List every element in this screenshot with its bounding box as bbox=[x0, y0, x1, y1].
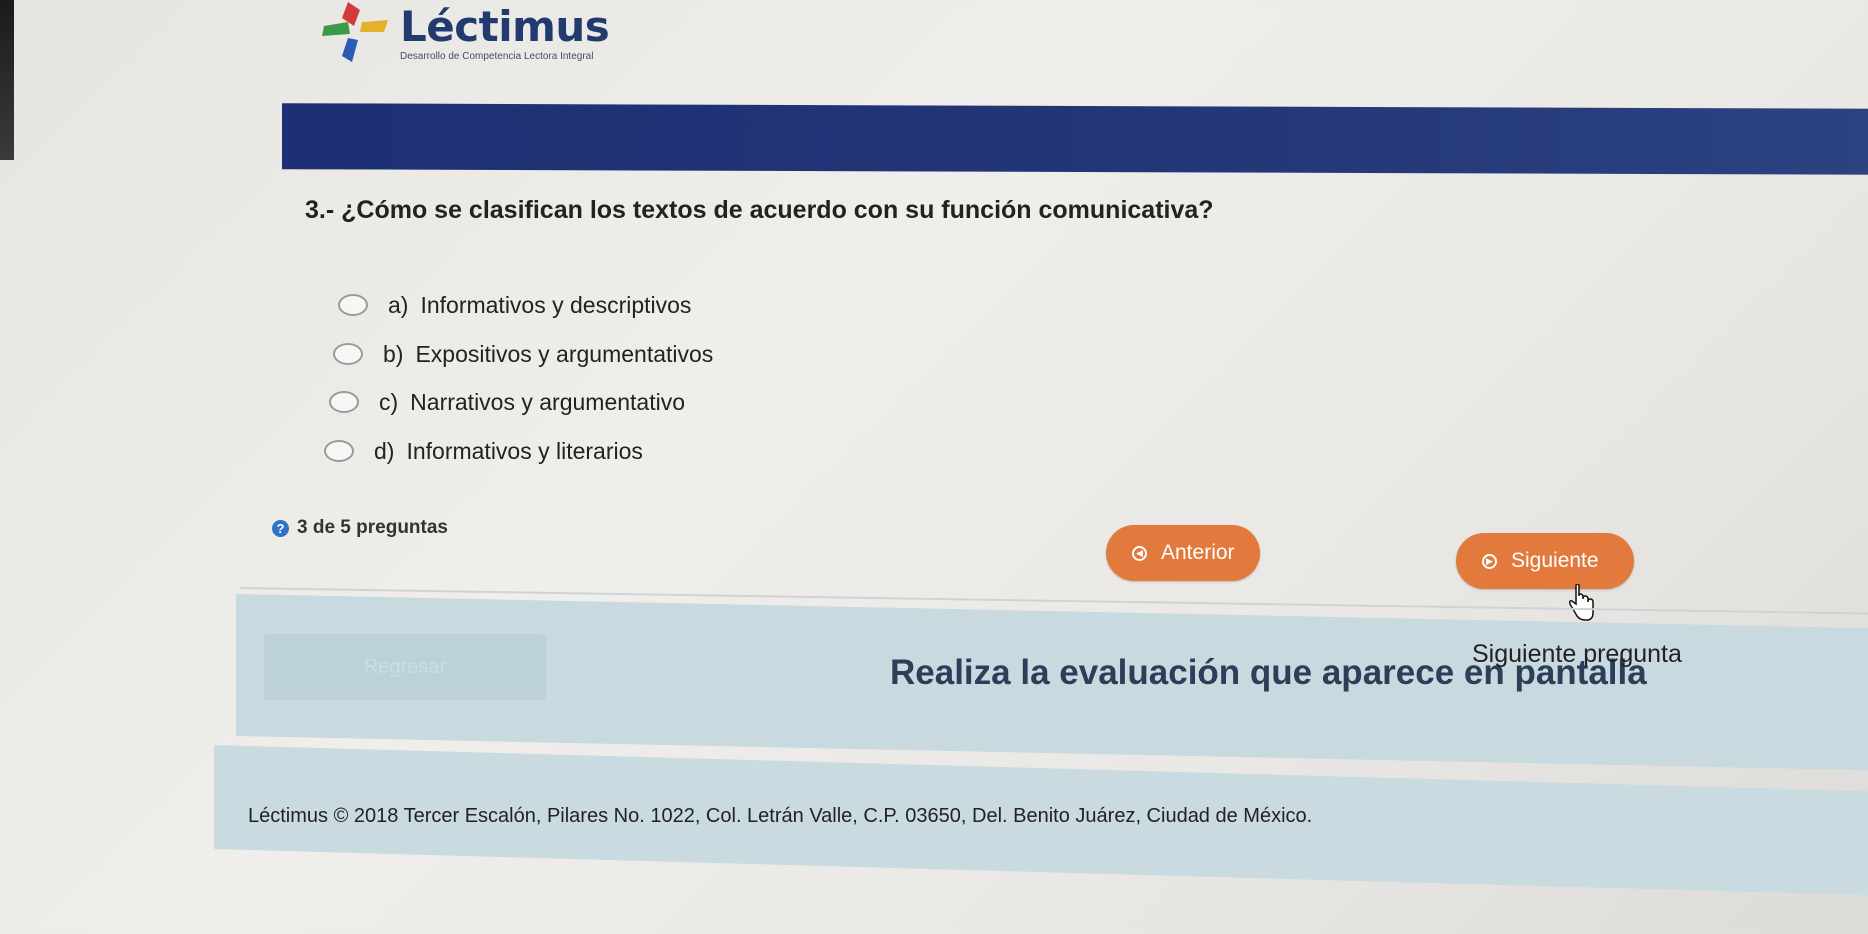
logo-subtitle: Desarrollo de Competencia Lectora Integr… bbox=[400, 51, 594, 62]
arrow-right-icon: ▶ bbox=[1482, 553, 1497, 569]
option-b[interactable]: b) Expositivos y argumentativos bbox=[333, 337, 713, 371]
option-label: Informativos y literarios bbox=[406, 437, 643, 464]
logo-title: Léctimus bbox=[400, 2, 610, 51]
option-a[interactable]: a) Informativos y descriptivos bbox=[338, 288, 691, 322]
option-letter: b) bbox=[383, 340, 404, 367]
radio-button[interactable] bbox=[324, 440, 354, 462]
option-letter: c) bbox=[379, 388, 399, 415]
help-icon: ? bbox=[272, 519, 289, 537]
option-c[interactable]: c) Narrativos y argumentativo bbox=[329, 385, 685, 419]
next-button[interactable]: ▶ Siguiente bbox=[1456, 533, 1634, 589]
next-label: Siguiente bbox=[1511, 549, 1599, 572]
radio-button[interactable] bbox=[329, 391, 359, 413]
back-button[interactable]: Regresar bbox=[264, 634, 546, 700]
logo: Léctimus Desarrollo de Competencia Lecto… bbox=[318, 0, 618, 70]
header-band bbox=[282, 103, 1868, 175]
footer-text: Léctimus © 2018 Tercer Escalón, Pilares … bbox=[248, 805, 1313, 827]
previous-button[interactable]: ◀ Anterior bbox=[1106, 525, 1260, 581]
next-tooltip: Siguiente pregunta bbox=[1472, 640, 1682, 668]
hand-cursor-icon bbox=[1569, 584, 1594, 621]
option-d[interactable]: d) Informativos y literarios bbox=[324, 434, 643, 468]
screen-bezel bbox=[0, 0, 14, 160]
question-text: 3.- ¿Cómo se clasifican los textos de ac… bbox=[305, 196, 1214, 224]
question-counter: ? 3 de 5 preguntas bbox=[272, 517, 448, 539]
radio-button[interactable] bbox=[333, 343, 363, 365]
option-label: Expositivos y argumentativos bbox=[415, 340, 714, 367]
option-label: Narrativos y argumentativo bbox=[410, 388, 686, 415]
option-letter: a) bbox=[388, 291, 409, 318]
option-label: Informativos y descriptivos bbox=[420, 291, 692, 318]
radio-button[interactable] bbox=[338, 294, 368, 316]
logo-mark-icon bbox=[322, 2, 388, 62]
option-letter: d) bbox=[374, 437, 395, 464]
counter-label: 3 de 5 preguntas bbox=[297, 517, 448, 538]
previous-label: Anterior bbox=[1161, 541, 1235, 564]
arrow-left-icon: ◀ bbox=[1132, 545, 1147, 561]
